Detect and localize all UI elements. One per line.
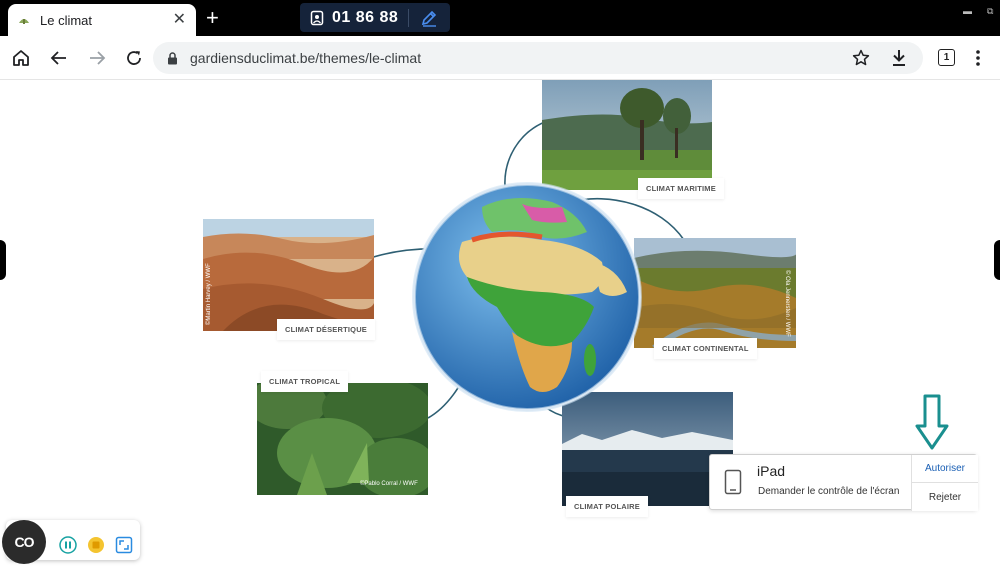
annotate-pen-icon[interactable] bbox=[419, 8, 439, 28]
maritime-climate-photo bbox=[542, 80, 712, 190]
earth-globe-illustration bbox=[412, 182, 642, 412]
restore-icon[interactable]: ⧉ bbox=[987, 6, 993, 17]
caption-desertique: CLIMAT DÉSERTIQUE bbox=[277, 319, 376, 340]
browser-toolbar: gardiensduclimat.be/themes/le-climat 1 bbox=[0, 36, 1000, 80]
caption-polaire: CLIMAT POLAIRE bbox=[566, 496, 648, 517]
forward-button[interactable] bbox=[86, 47, 108, 69]
continental-climate-photo bbox=[634, 238, 796, 348]
recorder-logo-icon[interactable]: CO bbox=[2, 520, 46, 564]
tab-title: Le climat bbox=[40, 12, 93, 28]
session-indicator: 01 86 88 bbox=[300, 3, 450, 32]
back-arrow-icon bbox=[50, 51, 66, 65]
lock-icon[interactable] bbox=[167, 51, 178, 65]
session-code: 01 86 88 bbox=[332, 8, 399, 26]
session-divider bbox=[408, 8, 410, 27]
forward-arrow-icon bbox=[90, 51, 106, 65]
reload-button[interactable] bbox=[123, 47, 145, 69]
screen: Le climat ✕ + 01 86 88 ▬ ⧉ gardiensducli… bbox=[0, 0, 1000, 570]
more-vert-icon bbox=[976, 50, 980, 66]
request-message: Demander le contrôle de l'écran bbox=[758, 486, 900, 497]
credit-continental: © Ola Jennersten / WWF bbox=[784, 270, 790, 337]
browser-tab[interactable]: Le climat ✕ bbox=[8, 4, 196, 36]
caption-continental: CLIMAT CONTINENTAL bbox=[654, 338, 757, 359]
new-tab-button[interactable]: + bbox=[206, 7, 219, 29]
caption-tropical: CLIMAT TROPICAL bbox=[261, 371, 349, 392]
address-bar[interactable]: gardiensduclimat.be/themes/le-climat bbox=[153, 42, 923, 74]
fullscreen-icon[interactable] bbox=[115, 536, 133, 554]
page-content: CLIMAT MARITIME ©Martin Harvey / WWF CLI… bbox=[0, 80, 1000, 570]
reload-icon bbox=[127, 51, 141, 65]
bookmark-star-icon[interactable] bbox=[852, 49, 870, 67]
credit-tropical: ©Pablo Corral / WWF bbox=[360, 481, 418, 487]
stop-icon[interactable] bbox=[87, 536, 105, 554]
back-button[interactable] bbox=[48, 47, 70, 69]
remote-control-request-dialog: iPad Demander le contrôle de l'écran Aut… bbox=[709, 454, 978, 511]
tab-close-icon[interactable]: ✕ bbox=[173, 12, 186, 28]
menu-button[interactable] bbox=[967, 47, 989, 69]
download-icon[interactable] bbox=[891, 49, 907, 67]
home-icon bbox=[13, 50, 29, 66]
desert-climate-photo bbox=[203, 219, 374, 331]
site-favicon-icon bbox=[19, 19, 29, 24]
credit-desert: ©Martin Harvey / WWF bbox=[206, 263, 212, 325]
minimize-icon[interactable]: ▬ bbox=[963, 6, 972, 16]
url-text[interactable]: gardiensduclimat.be/themes/le-climat bbox=[190, 50, 421, 66]
request-device-name: iPad bbox=[757, 463, 786, 479]
tab-strip: Le climat ✕ + 01 86 88 ▬ ⧉ bbox=[0, 0, 1000, 36]
down-arrow-annotation-icon bbox=[915, 394, 949, 450]
reject-button[interactable]: Rejeter bbox=[912, 483, 978, 511]
tropical-climate-photo bbox=[257, 383, 428, 495]
home-button[interactable] bbox=[10, 47, 32, 69]
caption-maritime: CLIMAT MARITIME bbox=[638, 178, 724, 199]
pause-icon[interactable] bbox=[59, 536, 77, 554]
allow-button[interactable]: Autoriser bbox=[912, 455, 978, 483]
tablet-icon bbox=[724, 469, 742, 495]
session-device-icon bbox=[310, 10, 324, 25]
tab-switcher-button[interactable]: 1 bbox=[938, 49, 955, 66]
